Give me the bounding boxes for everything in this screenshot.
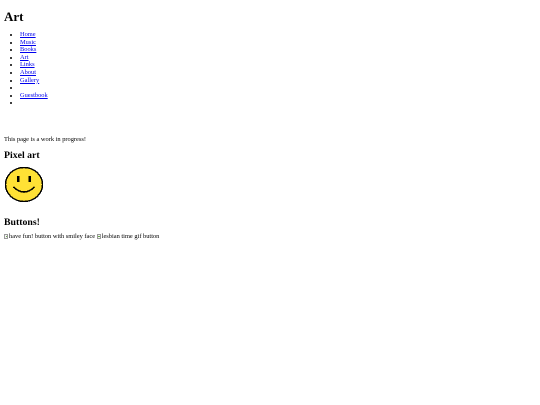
- nav-link-gallery[interactable]: Gallery: [20, 77, 39, 84]
- nav-item-home: Home: [20, 31, 536, 39]
- have-fun-button-image[interactable]: have fun! button with smiley face: [4, 233, 95, 241]
- nav-item-art: Art: [20, 54, 536, 62]
- nav-link-music[interactable]: Music: [20, 39, 36, 46]
- nav-list: Home Music Books Art Links About Gallery…: [4, 31, 536, 107]
- nav-item-gallery: Gallery: [20, 77, 536, 85]
- page: Art Home Music Books Art Links About Gal…: [4, 0, 536, 241]
- nav-link-guestbook[interactable]: Guestbook: [20, 92, 48, 99]
- lesbian-time-button-alt: lesbian time gif button: [101, 232, 160, 240]
- smiley-right-eye: [28, 175, 31, 182]
- buttons-row: have fun! button with smiley face lesbia…: [4, 233, 536, 241]
- have-fun-button-alt: have fun! button with smiley face: [9, 232, 96, 240]
- nav-link-books[interactable]: Books: [20, 46, 36, 53]
- nav-item-empty-last: [20, 99, 536, 107]
- nav-link-home[interactable]: Home: [20, 31, 36, 38]
- lesbian-time-button-image[interactable]: lesbian time gif button: [96, 232, 160, 241]
- page-title: Art: [4, 9, 24, 24]
- nav-item-music: Music: [20, 39, 536, 47]
- broken-image-icon: [4, 233, 8, 239]
- smiley-face-icon: [4, 166, 44, 203]
- nav-item-links: Links: [20, 61, 536, 69]
- pixel-art-image: [4, 166, 44, 203]
- smiley-left-eye: [17, 175, 20, 182]
- nav-item-books: Books: [20, 46, 536, 54]
- broken-image-icon: [96, 233, 101, 239]
- nav-link-about[interactable]: About: [20, 69, 36, 76]
- nav-item-empty: [20, 84, 536, 92]
- pixel-art-heading: Pixel art: [4, 149, 40, 161]
- status-text: This page is a work in progress!: [4, 135, 86, 143]
- nav-item-about: About: [20, 69, 536, 77]
- smiley-face-circle: [4, 166, 44, 203]
- nav-item-guestbook: Guestbook: [20, 92, 536, 100]
- nav-link-art[interactable]: Art: [20, 54, 29, 61]
- nav-link-links[interactable]: Links: [20, 61, 35, 68]
- buttons-heading: Buttons!: [4, 216, 40, 228]
